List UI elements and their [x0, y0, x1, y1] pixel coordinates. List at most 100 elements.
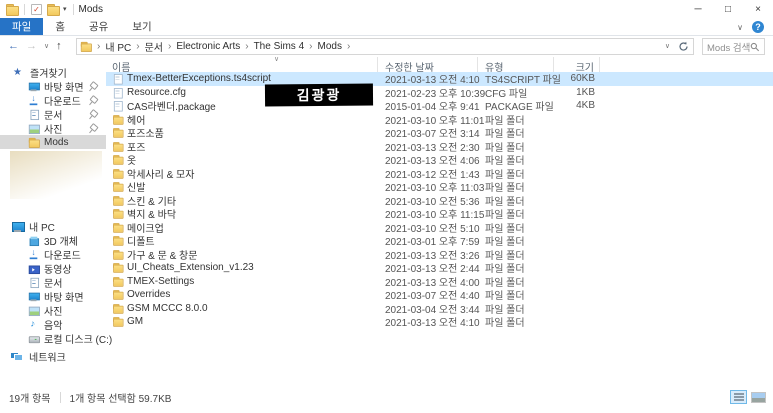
sidebar-item[interactable]: 음악 [0, 317, 106, 331]
breadcrumb-item[interactable]: 내 PC [105, 39, 131, 54]
file-row[interactable]: Resource.cfg 2021-02-23 오후 10:39 CFG 파일 … [106, 86, 773, 100]
sidebar-item[interactable]: 사진 [0, 121, 106, 136]
minimize-button[interactable]: ─ [683, 0, 713, 18]
folder-icon [112, 276, 124, 287]
file-row[interactable]: 디폴트 2021-03-01 오후 7:59 파일 폴더 [106, 234, 773, 248]
sidebar-item[interactable]: 문서 [0, 107, 106, 122]
file-row[interactable]: 신발 2021-03-10 오후 11:03 파일 폴더 [106, 180, 773, 194]
file-row[interactable]: 헤어 2021-03-10 오후 11:01 파일 폴더 [106, 113, 773, 127]
file-row[interactable]: GM 2021-03-13 오전 4:10 파일 폴더 [106, 315, 773, 329]
file-row[interactable]: CAS라벤더.package 2015-01-04 오후 9:41 PACKAG… [106, 99, 773, 113]
music-icon [28, 318, 39, 329]
address-box[interactable]: › 내 PC › 문서 › Electronic Arts › The Sims… [76, 38, 694, 55]
search-icon [751, 42, 760, 51]
folder-icon [28, 136, 40, 148]
quick-access-toolbar: ✓ ▾ [0, 0, 76, 18]
sidebar-item-label: 다운로드 [44, 96, 81, 108]
file-row[interactable]: UI_Cheats_Extension_v1.23 2021-03-13 오전 … [106, 261, 773, 275]
column-header-date-modified[interactable]: 수정한 날짜 [378, 57, 478, 74]
customize-toolbar-caret-icon[interactable]: ▾ [63, 5, 67, 13]
file-row[interactable]: 옷 2021-03-13 오전 4:06 파일 폴더 [106, 153, 773, 167]
folder-icon [112, 222, 124, 233]
cube-icon [28, 234, 40, 246]
sidebar-section-quick-access[interactable]: 즐겨찾기 [0, 65, 106, 80]
column-header-name[interactable]: 이름 [106, 57, 378, 74]
ribbon-tab[interactable]: 홈 [43, 18, 77, 35]
document-icon [28, 276, 40, 288]
file-row[interactable]: 메이크업 2021-03-10 오전 5:10 파일 폴더 [106, 221, 773, 235]
sidebar-section-label: 내 PC [29, 222, 55, 234]
breadcrumb-item[interactable]: Mods [318, 41, 342, 52]
close-button[interactable]: × [743, 0, 773, 18]
ribbon-tab[interactable]: 파일 [0, 18, 44, 35]
file-name-cell: GM [106, 315, 378, 328]
sidebar-item-label: 다운로드 [44, 250, 81, 262]
divider [24, 3, 25, 15]
maximize-button[interactable]: □ [713, 0, 743, 18]
file-row[interactable]: Tmex-BetterExceptions.ts4script 2021-03-… [106, 72, 773, 86]
folder-icon [112, 114, 124, 125]
refresh-icon[interactable] [678, 41, 689, 52]
window-title: Mods [78, 3, 103, 15]
sidebar-section-network[interactable]: 네트워크 [0, 349, 106, 364]
folder-icon [5, 3, 19, 16]
checkbox-icon[interactable]: ✓ [31, 3, 42, 15]
sidebar-section-this-pc[interactable]: 내 PC [0, 219, 106, 234]
breadcrumb-item[interactable]: 문서 [145, 39, 163, 54]
navigation-buttons: ← → ∨ ↑ [0, 41, 76, 52]
file-row[interactable]: 악세사리 & 모자 2021-03-12 오전 1:43 파일 폴더 [106, 167, 773, 181]
sidebar-item[interactable]: 바탕 화면 [0, 289, 106, 304]
folder-icon [112, 182, 124, 192]
expand-ribbon-chevron-icon[interactable]: ∨ [737, 23, 743, 32]
sidebar-item[interactable]: 동영상 [0, 261, 106, 276]
file-row[interactable]: 스킨 & 기타 2021-03-10 오전 5:36 파일 폴더 [106, 194, 773, 208]
breadcrumb-item[interactable]: Electronic Arts [176, 41, 240, 52]
sidebar-item[interactable]: 사진 [0, 303, 106, 318]
search-input[interactable]: Mods 검색 [702, 38, 765, 55]
file-row[interactable]: 가구 & 문 & 창문 2021-03-13 오전 3:26 파일 폴더 [106, 248, 773, 262]
selection-summary-label: 1개 항목 선택함 59.7KB [69, 393, 172, 405]
file-row[interactable]: 포즈 2021-03-13 오전 2:30 파일 폴더 [106, 140, 773, 154]
sidebar-item[interactable]: 다운로드 [0, 247, 106, 262]
file-row[interactable]: GSM MCCC 8.0.0 2021-03-04 오전 3:44 파일 폴더 [106, 302, 773, 316]
breadcrumb-item[interactable]: The Sims 4 [254, 41, 305, 52]
sidebar-item[interactable]: 다운로드 [0, 93, 106, 108]
help-icon[interactable]: ? [752, 21, 764, 33]
sidebar-item-label: 사진 [44, 124, 63, 136]
file-row[interactable]: 포즈소품 2021-03-07 오전 3:14 파일 폴더 [106, 126, 773, 140]
file-type-cell: 파일 폴더 [485, 318, 525, 330]
back-button[interactable]: ← [8, 41, 19, 52]
new-folder-icon[interactable] [46, 3, 60, 16]
large-icons-view-icon[interactable] [751, 391, 766, 403]
file-row[interactable]: 벽지 & 바닥 2021-03-10 오후 11:15 파일 폴더 [106, 207, 773, 221]
titlebar: ✓ ▾ Mods ─ □ × [0, 0, 773, 18]
folder-icon [112, 303, 124, 314]
file-name-cell: UI_Cheats_Extension_v1.23 [106, 261, 378, 274]
explorer-window: ✓ ▾ Mods ─ □ × 파일 홈 공유 보기 ∨ ? ← → ∨ ↑ › … [0, 0, 773, 413]
sidebar-item[interactable]: 바탕 화면 [0, 79, 106, 94]
file-name-cell: TMEX-Settings [106, 275, 378, 288]
sidebar-item[interactable]: Mods [0, 135, 106, 149]
file-icon [112, 87, 123, 99]
video-icon [28, 262, 40, 274]
recent-locations-chevron-icon[interactable]: ∨ [44, 41, 49, 52]
search-placeholder: Mods 검색 [707, 42, 751, 54]
pin-icon [87, 108, 98, 119]
sidebar-item[interactable]: 3D 개체 [0, 233, 106, 248]
forward-button[interactable]: → [26, 41, 37, 52]
ribbon-tab[interactable]: 공유 [77, 18, 120, 35]
ribbon-tab[interactable]: 보기 [120, 18, 163, 35]
folder-icon [112, 168, 124, 179]
file-row[interactable]: TMEX-Settings 2021-03-13 오전 4:00 파일 폴더 [106, 275, 773, 289]
address-dropdown-chevron-icon[interactable]: ∨ [665, 41, 670, 52]
file-row[interactable]: Overrides 2021-03-07 오전 4:40 파일 폴더 [106, 288, 773, 302]
up-button[interactable]: ↑ [56, 41, 62, 52]
details-view-icon[interactable] [730, 390, 747, 404]
file-name: 가구 & 문 & 창문 [127, 250, 198, 262]
column-header-size[interactable]: 크기 [554, 57, 600, 74]
sidebar-item[interactable]: 문서 [0, 275, 106, 290]
column-header-type[interactable]: 유형 [478, 57, 554, 74]
desktop-icon [28, 80, 40, 91]
breadcrumb: 내 PC › 문서 › Electronic Arts › The Sims 4… [105, 39, 355, 54]
sidebar-item[interactable]: 로컬 디스크 (C:) [0, 331, 112, 346]
